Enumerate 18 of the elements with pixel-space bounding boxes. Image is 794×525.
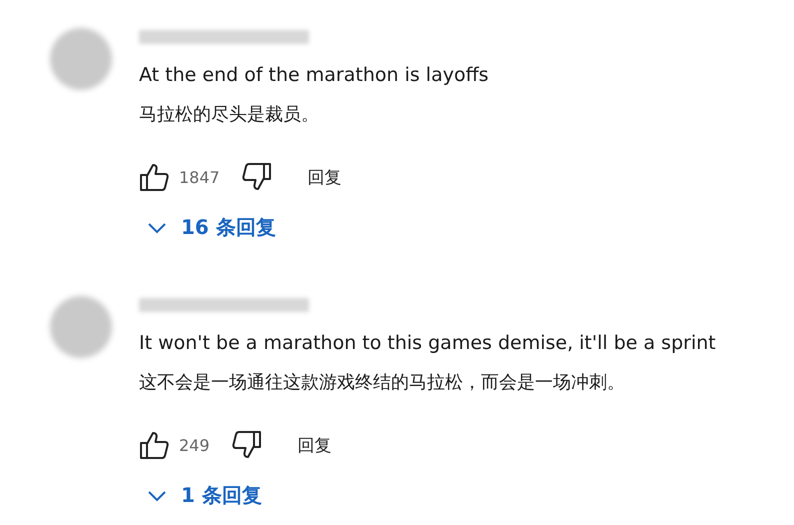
thumbs-down-icon[interactable]	[242, 162, 272, 192]
reply-button[interactable]: 回复	[298, 434, 332, 456]
comment-text: It won't be a marathon to this games demise, it'll be a sprint	[139, 332, 716, 354]
comment-translation: 马拉松的尽头是裁员。	[139, 103, 319, 126]
thumbs-up-icon[interactable]	[139, 162, 169, 192]
thumbs-up-icon[interactable]	[139, 430, 169, 460]
blurred-avatar	[50, 296, 112, 358]
chevron-down-icon	[147, 222, 167, 234]
view-replies-button[interactable]: 1 条回复	[147, 482, 262, 509]
reply-button[interactable]: 回复	[308, 166, 342, 188]
view-replies-button[interactable]: 16 条回复	[147, 214, 276, 241]
like-count: 249	[179, 436, 210, 454]
comment-translation: 这不会是一场通往这款游戏终结的马拉松，而会是一场冲刺。	[139, 371, 625, 394]
chevron-down-icon	[147, 490, 167, 502]
thumbs-down-icon[interactable]	[232, 430, 262, 460]
blurred-avatar	[50, 28, 112, 90]
comment-text: At the end of the marathon is layoffs	[139, 64, 489, 86]
like-count: 1847	[179, 168, 220, 186]
